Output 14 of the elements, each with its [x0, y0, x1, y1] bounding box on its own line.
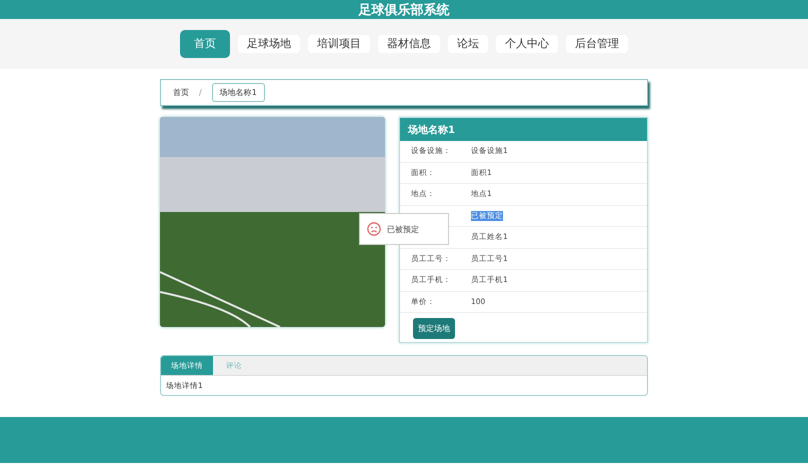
site-title: 足球俱乐部系统 — [358, 2, 450, 18]
toast-text: 已被预定 — [387, 224, 419, 234]
breadcrumb-link[interactable]: 首页 — [173, 87, 189, 98]
nav-tab[interactable]: 足球场地 — [238, 35, 300, 53]
sad-face-icon — [367, 222, 381, 236]
nav-tab[interactable]: 器材信息 — [378, 35, 440, 53]
nav-tab[interactable]: 个人中心 — [496, 35, 558, 53]
breadcrumb-separator: / — [199, 88, 202, 97]
nav-tab[interactable]: 论坛 — [448, 35, 488, 53]
book-button[interactable]: 预定场地 — [413, 318, 455, 339]
breadcrumb-link[interactable]: 场地名称1 — [212, 83, 265, 102]
panel-title: 场地名称1 — [400, 118, 647, 141]
nav-tab[interactable]: 培训项目 — [308, 35, 370, 53]
nav-tab[interactable]: 后台管理 — [566, 35, 628, 53]
